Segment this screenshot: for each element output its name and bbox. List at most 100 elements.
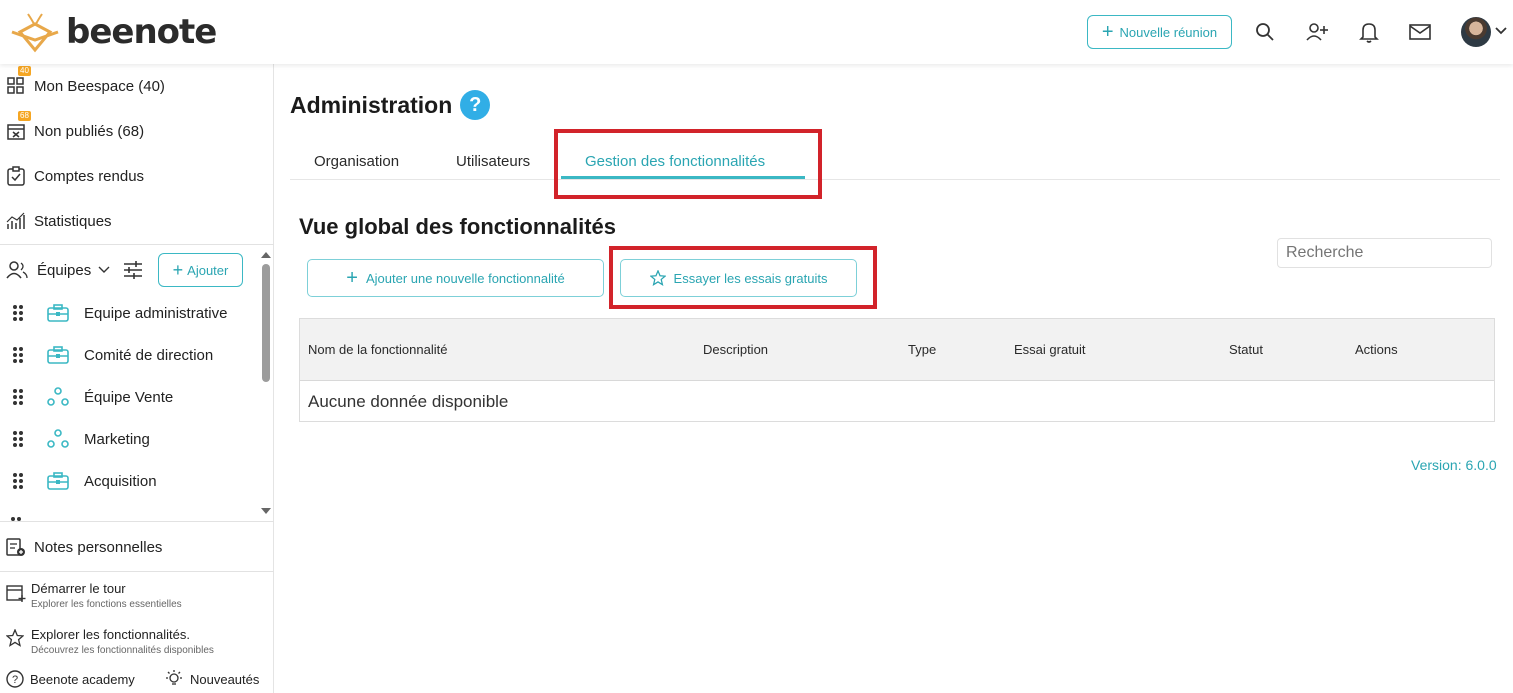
divider (0, 521, 274, 522)
divider (0, 571, 274, 572)
tab-users[interactable]: Utilisateurs (456, 153, 530, 170)
team-label: Equipe administrative (84, 304, 228, 322)
highlight-box (554, 129, 822, 199)
new-meeting-label: Nouvelle réunion (1119, 24, 1218, 40)
star-icon (6, 629, 24, 647)
column-header[interactable]: Type (908, 342, 936, 357)
logo-text: beenote (66, 12, 217, 52)
count-badge: 68 (18, 111, 31, 121)
drag-handle-icon[interactable] (10, 346, 26, 364)
sidebar-item-notes[interactable]: Notes personnelles (6, 533, 162, 561)
search-icon[interactable] (1253, 20, 1277, 44)
sidebar-item-beespace[interactable]: 40 Mon Beespace (40) (6, 66, 165, 100)
plus-icon: + (172, 260, 184, 280)
chevron-down-icon[interactable] (1494, 24, 1508, 38)
calendar-x-icon: 68 (6, 111, 31, 141)
add-team-label: Ajouter (187, 262, 229, 278)
logo[interactable]: beenote (10, 10, 217, 54)
news-link[interactable]: Nouveautés (164, 670, 259, 688)
grid-icon: 40 (6, 66, 31, 96)
team-row[interactable]: Marketing (10, 424, 260, 454)
filter-sliders-icon[interactable] (123, 261, 143, 279)
section-title: Vue global des fonctionnalités (299, 214, 617, 239)
bell-icon[interactable] (1357, 20, 1381, 44)
group-icon (46, 429, 70, 449)
column-header[interactable]: Statut (1229, 342, 1263, 357)
count-badge: 40 (18, 66, 31, 76)
divider (0, 244, 274, 245)
chart-icon (6, 211, 26, 231)
teams-label: Équipes (37, 261, 92, 279)
team-label: Marketing (84, 430, 150, 448)
search-input[interactable] (1277, 238, 1492, 268)
new-meeting-button[interactable]: + Nouvelle réunion (1087, 15, 1232, 49)
column-header[interactable]: Nom de la fonctionnalité (308, 342, 447, 357)
add-team-button[interactable]: + Ajouter (158, 253, 243, 287)
team-row[interactable]: Comité de direction (10, 340, 260, 370)
column-header[interactable]: Actions (1355, 342, 1398, 357)
start-tour-item[interactable]: Démarrer le tour Explorer les fonctions … (6, 581, 182, 610)
briefcase-icon (46, 303, 70, 323)
explore-features-title: Explorer les fonctionnalités. (31, 627, 190, 642)
team-label: Acquisition (84, 472, 157, 490)
version-label: Version: 6.0.0 (1411, 457, 1497, 473)
table-header: Nom de la fonctionnalité Description Typ… (300, 319, 1494, 381)
drag-handle-icon[interactable] (10, 388, 26, 406)
team-label: Comité de direction (84, 346, 214, 364)
column-header[interactable]: Essai gratuit (1014, 342, 1086, 357)
add-user-icon[interactable] (1305, 20, 1329, 44)
scroll-down-icon[interactable] (260, 506, 272, 516)
drag-handle-icon[interactable] (10, 430, 26, 448)
highlight-box (609, 246, 877, 309)
page-title: Administration ? (290, 90, 491, 120)
notes-icon (6, 537, 26, 557)
news-label: Nouveautés (190, 671, 260, 687)
avatar[interactable] (1461, 17, 1491, 47)
briefcase-icon (46, 345, 70, 365)
explore-features-item[interactable]: Explorer les fonctionnalités. Découvrez … (6, 627, 214, 656)
sidebar-item-label: Statistiques (34, 212, 112, 230)
start-tour-subtitle: Explorer les fonctions essentielles (31, 599, 182, 610)
add-feature-label: Ajouter une nouvelle fonctionnalité (365, 270, 565, 286)
group-icon (46, 387, 70, 407)
tab-bar: Organisation Utilisateurs Gestion des fo… (290, 144, 1500, 180)
column-header[interactable]: Description (703, 342, 768, 357)
clipboard-check-icon (6, 166, 26, 186)
briefcase-icon (46, 471, 70, 491)
sidebar-item-label: Comptes rendus (34, 167, 145, 185)
drag-handle-icon[interactable] (10, 304, 26, 322)
notes-label: Notes personnelles (34, 538, 163, 556)
calendar-plus-icon (6, 585, 26, 602)
sidebar-item-unpublished[interactable]: 68 Non publiés (68) (6, 111, 145, 145)
plus-icon: + (346, 267, 358, 289)
sidebar-item-reports[interactable]: Comptes rendus (6, 162, 144, 190)
sidebar-item-statistics[interactable]: Statistiques (6, 207, 112, 235)
sidebar-item-label: Non publiés (68) (34, 122, 145, 140)
page-title-text: Administration (290, 91, 453, 118)
add-feature-button[interactable]: + Ajouter une nouvelle fonctionnalité (307, 259, 604, 297)
bee-logo-icon (11, 13, 59, 53)
scroll-thumb[interactable] (262, 264, 270, 382)
team-row[interactable]: Équipe Vente (10, 382, 260, 412)
team-row[interactable]: Acquisition (10, 466, 260, 496)
sidebar-item-label: Mon Beespace (40) (34, 77, 165, 95)
chevron-down-icon[interactable] (97, 264, 111, 276)
help-circle-icon: ? (6, 670, 24, 688)
features-table: Nom de la fonctionnalité Description Typ… (299, 318, 1495, 422)
lightbulb-icon (166, 670, 182, 685)
sidebar: 40 Mon Beespace (40) 68 Non publiés (68)… (0, 64, 274, 693)
team-row[interactable]: Equipe administrative (10, 298, 260, 328)
start-tour-title: Démarrer le tour (31, 581, 126, 596)
scroll-up-icon[interactable] (260, 250, 272, 260)
drag-handle-icon[interactable] (10, 472, 26, 490)
users-icon (6, 261, 28, 279)
svg-text:?: ? (12, 674, 18, 686)
academy-link[interactable]: ? Beenote academy (6, 670, 135, 688)
top-bar: beenote + Nouvelle réunion (0, 0, 1513, 64)
help-icon[interactable]: ? (460, 90, 491, 120)
mail-icon[interactable] (1408, 20, 1432, 44)
explore-features-subtitle: Découvrez les fonctionnalités disponible… (31, 645, 214, 656)
tab-organisation[interactable]: Organisation (314, 153, 399, 170)
empty-table-message: Aucune donnée disponible (308, 392, 509, 411)
academy-label: Beenote academy (30, 671, 135, 687)
